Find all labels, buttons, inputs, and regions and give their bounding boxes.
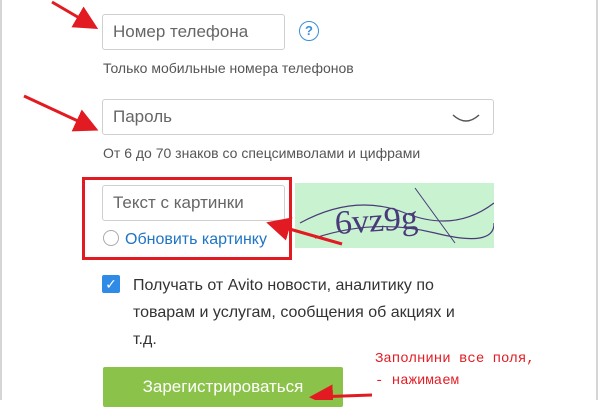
arrow-button — [309, 384, 373, 400]
annotation-arrows — [23, 0, 373, 400]
arrow-captcha — [266, 217, 343, 246]
arrow-phone — [51, 0, 99, 30]
arrow-password — [23, 94, 99, 132]
